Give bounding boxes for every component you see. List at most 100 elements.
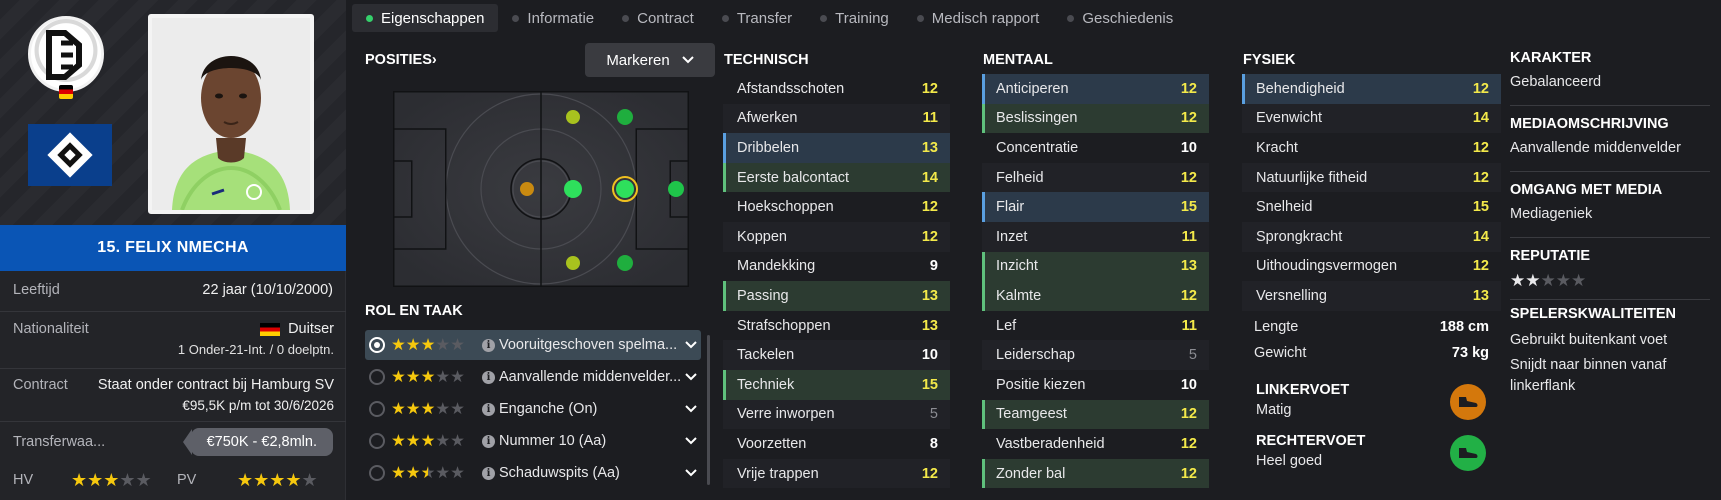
- attribute-row[interactable]: Beslissingen 12: [982, 103, 1209, 134]
- attribute-row[interactable]: Teamgeest 12: [982, 399, 1209, 430]
- height-row: Lengte 188 cm: [1242, 319, 1501, 335]
- role-item[interactable]: ★★★★★ i Schaduwspits (Aa): [365, 458, 701, 488]
- chevron-down-icon[interactable]: [681, 373, 701, 381]
- positions-heading-link[interactable]: POSITIES›: [365, 52, 437, 68]
- position-dot: [617, 255, 633, 271]
- attribute-row[interactable]: Koppen 12: [723, 221, 950, 252]
- attribute-row[interactable]: Felheid 12: [982, 162, 1209, 193]
- info-icon[interactable]: i: [482, 466, 495, 480]
- info-icon[interactable]: i: [482, 402, 495, 416]
- info-icon[interactable]: i: [482, 338, 495, 352]
- attribute-label: Techniek: [737, 376, 795, 393]
- attribute-row[interactable]: Afwerken 11: [723, 103, 950, 134]
- tab-label: Contract: [637, 9, 694, 27]
- tab-dot-icon: [366, 14, 373, 22]
- tab-eigenschappen[interactable]: Eigenschappen: [352, 4, 499, 32]
- role-item[interactable]: ★★★★★ i Enganche (On): [365, 394, 701, 424]
- attribute-row[interactable]: Uithoudingsvermogen 12: [1242, 252, 1501, 282]
- attribute-row[interactable]: Evenwicht 14: [1242, 103, 1501, 134]
- attribute-row[interactable]: Tackelen 10: [723, 340, 950, 370]
- attribute-row[interactable]: Kalmte 12: [982, 281, 1209, 311]
- role-radio[interactable]: [369, 337, 385, 353]
- roles-scrollbar[interactable]: [707, 335, 710, 485]
- role-item[interactable]: ★★★★★ i Nummer 10 (Aa): [365, 426, 701, 456]
- chevron-down-icon[interactable]: [681, 469, 701, 477]
- attribute-row[interactable]: Inzicht 13: [982, 251, 1209, 282]
- chevron-down-icon[interactable]: [681, 437, 701, 445]
- chevron-down-icon[interactable]: [681, 405, 701, 413]
- role-item[interactable]: ★★★★★ i Vooruitgeschoven spelma...: [365, 330, 701, 360]
- attribute-label: Flair: [996, 199, 1025, 216]
- tab-contract[interactable]: Contract: [608, 4, 708, 32]
- attribute-row[interactable]: Voorzetten 8: [723, 429, 950, 459]
- attribute-row[interactable]: Leiderschap 5: [982, 340, 1209, 370]
- attribute-row[interactable]: Flair 15: [982, 192, 1209, 222]
- attribute-row[interactable]: Mandekking 9: [723, 252, 950, 282]
- contract-row[interactable]: Contract Staat onder contract bij Hambur…: [0, 368, 346, 418]
- attribute-row[interactable]: Sprongkracht 14: [1242, 221, 1501, 252]
- attribute-label: Voorzetten: [737, 435, 807, 452]
- attribute-row[interactable]: Inzet 11: [982, 221, 1209, 252]
- role-radio[interactable]: [369, 433, 385, 449]
- attribute-value: 12: [1472, 139, 1489, 156]
- attribute-value: 12: [1472, 80, 1489, 97]
- international-caps: 1 Onder-21-Int. / 0 doelptn.: [177, 342, 334, 357]
- nationality-row[interactable]: Nationaliteit Duitser 1 Onder-21-Int. / …: [0, 311, 346, 366]
- hsv-crest-icon[interactable]: [28, 124, 112, 186]
- attribute-label: Snelheid: [1256, 199, 1313, 216]
- attribute-value: 13: [921, 287, 938, 304]
- tab-transfer[interactable]: Transfer: [708, 4, 806, 32]
- info-icon[interactable]: i: [482, 370, 495, 384]
- attribute-row[interactable]: Eerste balcontact 14: [723, 162, 950, 193]
- tab-geschiedenis[interactable]: Geschiedenis: [1053, 4, 1187, 32]
- attribute-row[interactable]: Kracht 12: [1242, 133, 1501, 163]
- attribute-row[interactable]: Strafschoppen 13: [723, 311, 950, 341]
- role-radio[interactable]: [369, 401, 385, 417]
- attribute-row[interactable]: Dribbelen 13: [723, 133, 950, 163]
- transfer-value-button[interactable]: €750K - €2,8mln.: [190, 427, 333, 456]
- contract-club: Staat onder contract bij Hamburg SV: [97, 377, 334, 393]
- attribute-row[interactable]: Afstandsschoten 12: [723, 74, 950, 104]
- role-radio[interactable]: [369, 369, 385, 385]
- attribute-value: 12: [921, 80, 938, 97]
- tab-informatie[interactable]: Informatie: [498, 4, 608, 32]
- tab-medisch-rapport[interactable]: Medisch rapport: [903, 4, 1054, 32]
- pv-label: PV: [177, 472, 197, 488]
- mark-dropdown[interactable]: Markeren: [585, 43, 715, 77]
- attribute-row[interactable]: Behendigheid 12: [1242, 74, 1501, 104]
- info-icon[interactable]: i: [482, 434, 495, 448]
- player-photo: [148, 14, 314, 214]
- position-dot: [520, 182, 534, 196]
- chevron-down-icon[interactable]: [681, 341, 701, 349]
- position-dot: [566, 256, 580, 270]
- attribute-row[interactable]: Passing 13: [723, 281, 950, 311]
- attribute-label: Inzet: [996, 228, 1028, 245]
- role-radio[interactable]: [369, 465, 385, 481]
- attribute-row[interactable]: Hoekschoppen 12: [723, 192, 950, 222]
- attribute-label: Positie kiezen: [996, 376, 1086, 393]
- attribute-label: Leiderschap: [996, 347, 1075, 364]
- attribute-row[interactable]: Natuurlijke fitheid 12: [1242, 162, 1501, 193]
- attribute-row[interactable]: Concentratie 10: [982, 133, 1209, 163]
- attribute-row[interactable]: Zonder bal 12: [982, 458, 1209, 489]
- attribute-row[interactable]: Anticiperen 12: [982, 74, 1209, 104]
- attribute-label: Afwerken: [737, 110, 798, 127]
- tab-training[interactable]: Training: [806, 4, 903, 32]
- attribute-row[interactable]: Techniek 15: [723, 369, 950, 400]
- attribute-row[interactable]: Positie kiezen 10: [982, 370, 1209, 400]
- transfer-row: Transferwaa... €750K - €2,8mln.: [0, 421, 346, 461]
- attribute-value: 13: [921, 139, 938, 156]
- tab-dot-icon: [916, 14, 924, 22]
- tab-label: Geschiedenis: [1082, 9, 1174, 27]
- tab-dot-icon: [721, 14, 729, 22]
- attribute-label: Kracht: [1256, 139, 1298, 156]
- attribute-row[interactable]: Vastberadenheid 12: [982, 429, 1209, 459]
- attribute-row[interactable]: Lef 11: [982, 311, 1209, 341]
- attribute-row[interactable]: Vrije trappen 12: [723, 458, 950, 489]
- position-dot: [617, 109, 633, 125]
- attribute-row[interactable]: Versnelling 13: [1242, 281, 1501, 311]
- role-item[interactable]: ★★★★★ i Aanvallende middenvelder...: [365, 362, 701, 392]
- attribute-row[interactable]: Snelheid 15: [1242, 192, 1501, 222]
- attribute-row[interactable]: Verre inworpen 5: [723, 399, 950, 430]
- dfb-crest-icon[interactable]: [28, 16, 104, 99]
